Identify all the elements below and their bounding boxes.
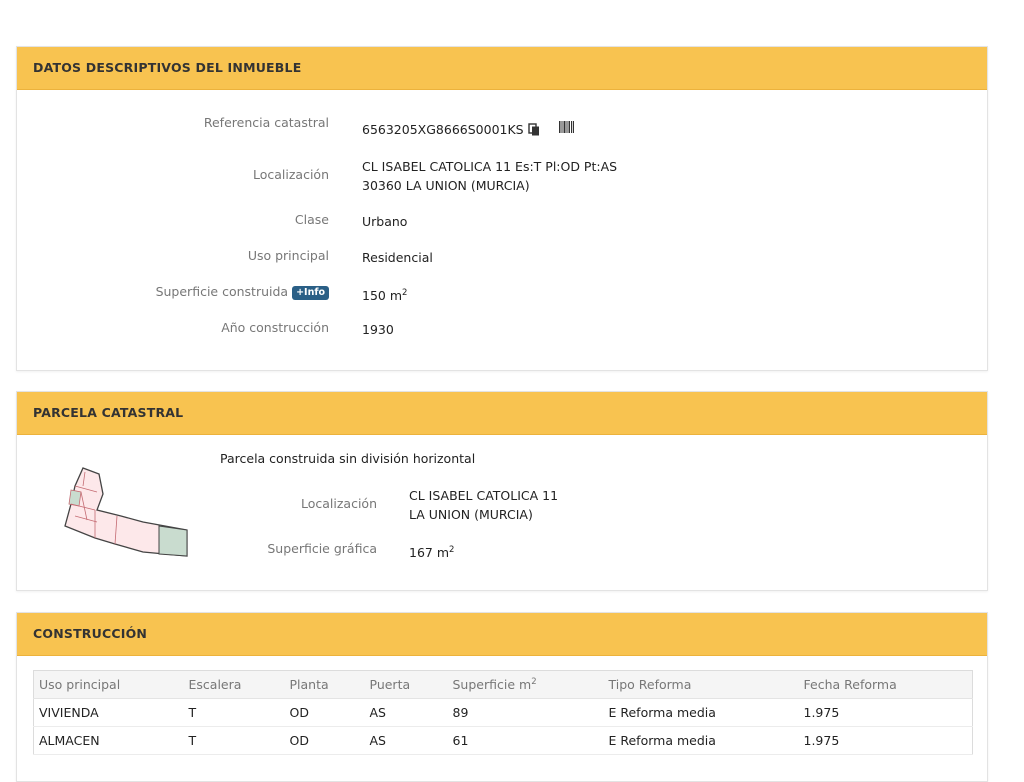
ref-label: Referencia catastral [203,115,329,130]
col-escalera: Escalera [183,670,285,699]
table-row: VIVIENDA T OD AS 89 E Reforma media 1.97… [33,698,973,727]
col-fecha-reforma: Fecha Reforma [798,670,973,699]
uso-label: Uso principal [247,248,329,263]
table-header-row: Uso principal Escalera Planta Puerta Sup… [33,670,973,699]
cell-uso: VIVIENDA [33,698,184,727]
col-superficie-label: Superficie m [452,677,532,693]
sup-value-wrap: 150 m2 [362,284,407,305]
cell-escalera: T [183,726,285,755]
parcela-sup-value: 167 m [409,545,450,561]
cell-planta: OD [284,726,365,755]
col-puerta: Puerta [364,670,448,699]
table-row: ALMACEN T OD AS 61 E Reforma media 1.975 [33,726,973,755]
construccion-panel-title: CONSTRUCCIÓN [17,613,987,656]
sup-label-wrap: Superficie construida +Info [156,284,329,300]
info-badge[interactable]: +Info [292,286,329,300]
parcela-loc-line2: LA UNION (MURCIA) [409,507,533,522]
copy-icon[interactable] [527,122,541,141]
descriptive-panel-title: DATOS DESCRIPTIVOS DEL INMUEBLE [17,47,987,90]
col-uso: Uso principal [33,670,184,699]
clase-label: Clase [294,212,329,227]
col-planta: Planta [284,670,365,699]
uso-value: Residencial [362,250,433,265]
parcela-loc-value: CL ISABEL CATOLICA 11 LA UNION (MURCIA) [409,486,558,524]
cell-uso: ALMACEN [33,726,184,755]
parcela-sup-label: Superficie gráfica [267,541,377,556]
ref-value: 6563205XG8666S0001KS [362,122,524,137]
barcode-icon[interactable] [558,119,574,138]
parcela-sup-unit-exp: 2 [449,545,455,555]
cell-superficie: 61 [447,726,604,755]
loc-line2: 30360 LA UNION (MURCIA) [362,178,530,193]
col-superficie: Superficie m2 [447,670,604,699]
ref-value-wrap: 6563205XG8666S0001KS [362,119,574,141]
loc-label: Localización [252,167,329,182]
cell-planta: OD [284,698,365,727]
cell-puerta: AS [364,698,448,727]
descriptive-panel: DATOS DESCRIPTIVOS DEL INMUEBLE Referenc… [16,46,988,371]
cell-fecha-reforma: 1.975 [798,698,973,727]
clase-value: Urbano [362,214,408,229]
sup-unit-exp: 2 [402,288,408,298]
parcela-loc-label: Localización [300,496,377,511]
sup-label: Superficie construida [155,284,289,299]
parcel-map[interactable] [61,464,191,562]
cell-escalera: T [183,698,285,727]
cell-tipo-reforma: E Reforma media [603,698,799,727]
loc-line1: CL ISABEL CATOLICA 11 Es:T Pl:OD Pt:AS [362,159,618,174]
sup-value: 150 m [362,288,403,304]
loc-value: CL ISABEL CATOLICA 11 Es:T Pl:OD Pt:AS 3… [362,157,617,195]
construccion-panel: CONSTRUCCIÓN Uso principal Escalera Plan… [16,612,988,782]
parcela-panel-title: PARCELA CATASTRAL [17,392,987,435]
cell-puerta: AS [364,726,448,755]
col-tipo-reforma: Tipo Reforma [603,670,799,699]
cell-tipo-reforma: E Reforma media [603,726,799,755]
parcela-sup-value-wrap: 167 m2 [409,541,454,562]
anio-value: 1930 [362,322,394,337]
parcela-subtitle: Parcela construida sin división horizont… [220,451,476,466]
cell-superficie: 89 [447,698,604,727]
col-superficie-exp: 2 [531,676,537,687]
parcela-loc-line1: CL ISABEL CATOLICA 11 [409,488,559,503]
anio-label: Año construcción [221,320,329,335]
construccion-table: Uso principal Escalera Planta Puerta Sup… [33,670,973,755]
parcela-panel: PARCELA CATASTRAL Parcela construida sin… [16,391,988,591]
cell-fecha-reforma: 1.975 [798,726,973,755]
